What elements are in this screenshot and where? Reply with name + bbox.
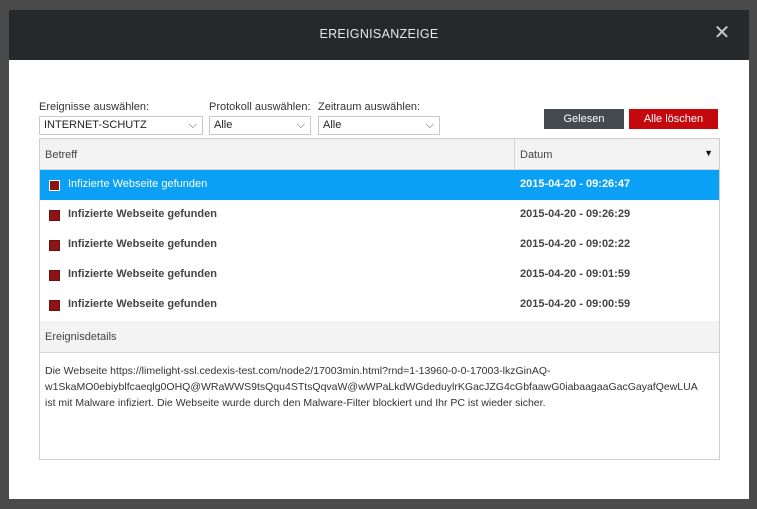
close-icon[interactable]: ✕ bbox=[713, 23, 731, 43]
row-subject: Infizierte Webseite gefunden bbox=[68, 178, 208, 190]
row-checkbox[interactable] bbox=[49, 210, 60, 221]
timeframe-select-value: Alle bbox=[323, 119, 342, 131]
event-details-panel: Ereignisdetails Die Webseite https://lim… bbox=[39, 321, 720, 460]
protocol-select[interactable]: Alle ⌵ bbox=[209, 116, 311, 135]
chevron-down-icon: ⌵ bbox=[425, 119, 434, 131]
row-date: 2015-04-20 - 09:02:22 bbox=[520, 238, 631, 250]
event-details-header: Ereignisdetails bbox=[40, 321, 719, 353]
table-row[interactable]: Infizierte Webseite gefunden 2015-04-20 … bbox=[40, 230, 719, 260]
row-subject: Infizierte Webseite gefunden bbox=[68, 268, 217, 280]
timeframe-select-label: Zeitraum auswählen: bbox=[318, 101, 421, 113]
event-details-line: ist mit Malware infiziert. Die Webseite … bbox=[45, 397, 546, 409]
event-details-label: Ereignisdetails bbox=[45, 331, 117, 343]
table-row[interactable]: Infizierte Webseite gefunden 2015-04-20 … bbox=[40, 170, 719, 200]
chevron-down-icon: ⌵ bbox=[188, 119, 197, 131]
title-bar: EREIGNISANZEIGE ✕ bbox=[9, 10, 749, 60]
protocol-select-value: Alle bbox=[214, 119, 233, 131]
delete-all-button[interactable]: Alle löschen bbox=[629, 109, 718, 129]
protocol-select-label: Protokoll auswählen: bbox=[209, 101, 311, 113]
column-header-date[interactable]: Datum bbox=[520, 149, 552, 161]
events-select-value: INTERNET-SCHUTZ bbox=[44, 119, 147, 131]
row-date: 2015-04-20 - 09:26:29 bbox=[520, 208, 631, 220]
event-details-text: Die Webseite https://limelight-ssl.cedex… bbox=[45, 363, 717, 411]
row-checkbox[interactable] bbox=[49, 300, 60, 311]
row-date: 2015-04-20 - 09:00:59 bbox=[520, 298, 631, 310]
sort-descending-icon[interactable]: ▼ bbox=[704, 148, 713, 158]
event-details-line: w1SkaMO0ebiyblfcaeqlg0OHQ@WRaWWS9tsQqu4S… bbox=[45, 381, 698, 393]
chevron-down-icon: ⌵ bbox=[296, 119, 305, 131]
row-date: 2015-04-20 - 09:26:47 bbox=[520, 178, 631, 190]
row-subject: Infizierte Webseite gefunden bbox=[68, 298, 217, 310]
row-subject: Infizierte Webseite gefunden bbox=[68, 238, 217, 250]
table-header: Betreff Datum ▼ bbox=[40, 139, 719, 170]
column-header-subject[interactable]: Betreff bbox=[45, 149, 77, 161]
events-select[interactable]: INTERNET-SCHUTZ ⌵ bbox=[39, 116, 203, 135]
row-date: 2015-04-20 - 09:01:59 bbox=[520, 268, 631, 280]
column-divider bbox=[514, 139, 515, 169]
row-checkbox[interactable] bbox=[49, 270, 60, 281]
events-select-label: Ereignisse auswählen: bbox=[39, 101, 150, 113]
table-row[interactable]: Infizierte Webseite gefunden 2015-04-20 … bbox=[40, 200, 719, 230]
events-table: Betreff Datum ▼ Infizierte Webseite gefu… bbox=[39, 138, 720, 323]
row-checkbox[interactable] bbox=[49, 240, 60, 251]
table-row[interactable]: Infizierte Webseite gefunden 2015-04-20 … bbox=[40, 260, 719, 290]
timeframe-select[interactable]: Alle ⌵ bbox=[318, 116, 440, 135]
row-checkbox[interactable] bbox=[49, 180, 60, 191]
event-details-line: Die Webseite https://limelight-ssl.cedex… bbox=[45, 365, 551, 377]
event-viewer-dialog: EREIGNISANZEIGE ✕ Ereignisse auswählen: … bbox=[9, 10, 749, 499]
window-title: EREIGNISANZEIGE bbox=[319, 27, 439, 41]
table-row[interactable]: Infizierte Webseite gefunden 2015-04-20 … bbox=[40, 290, 719, 320]
row-subject: Infizierte Webseite gefunden bbox=[68, 208, 217, 220]
mark-read-button[interactable]: Gelesen bbox=[544, 109, 624, 129]
